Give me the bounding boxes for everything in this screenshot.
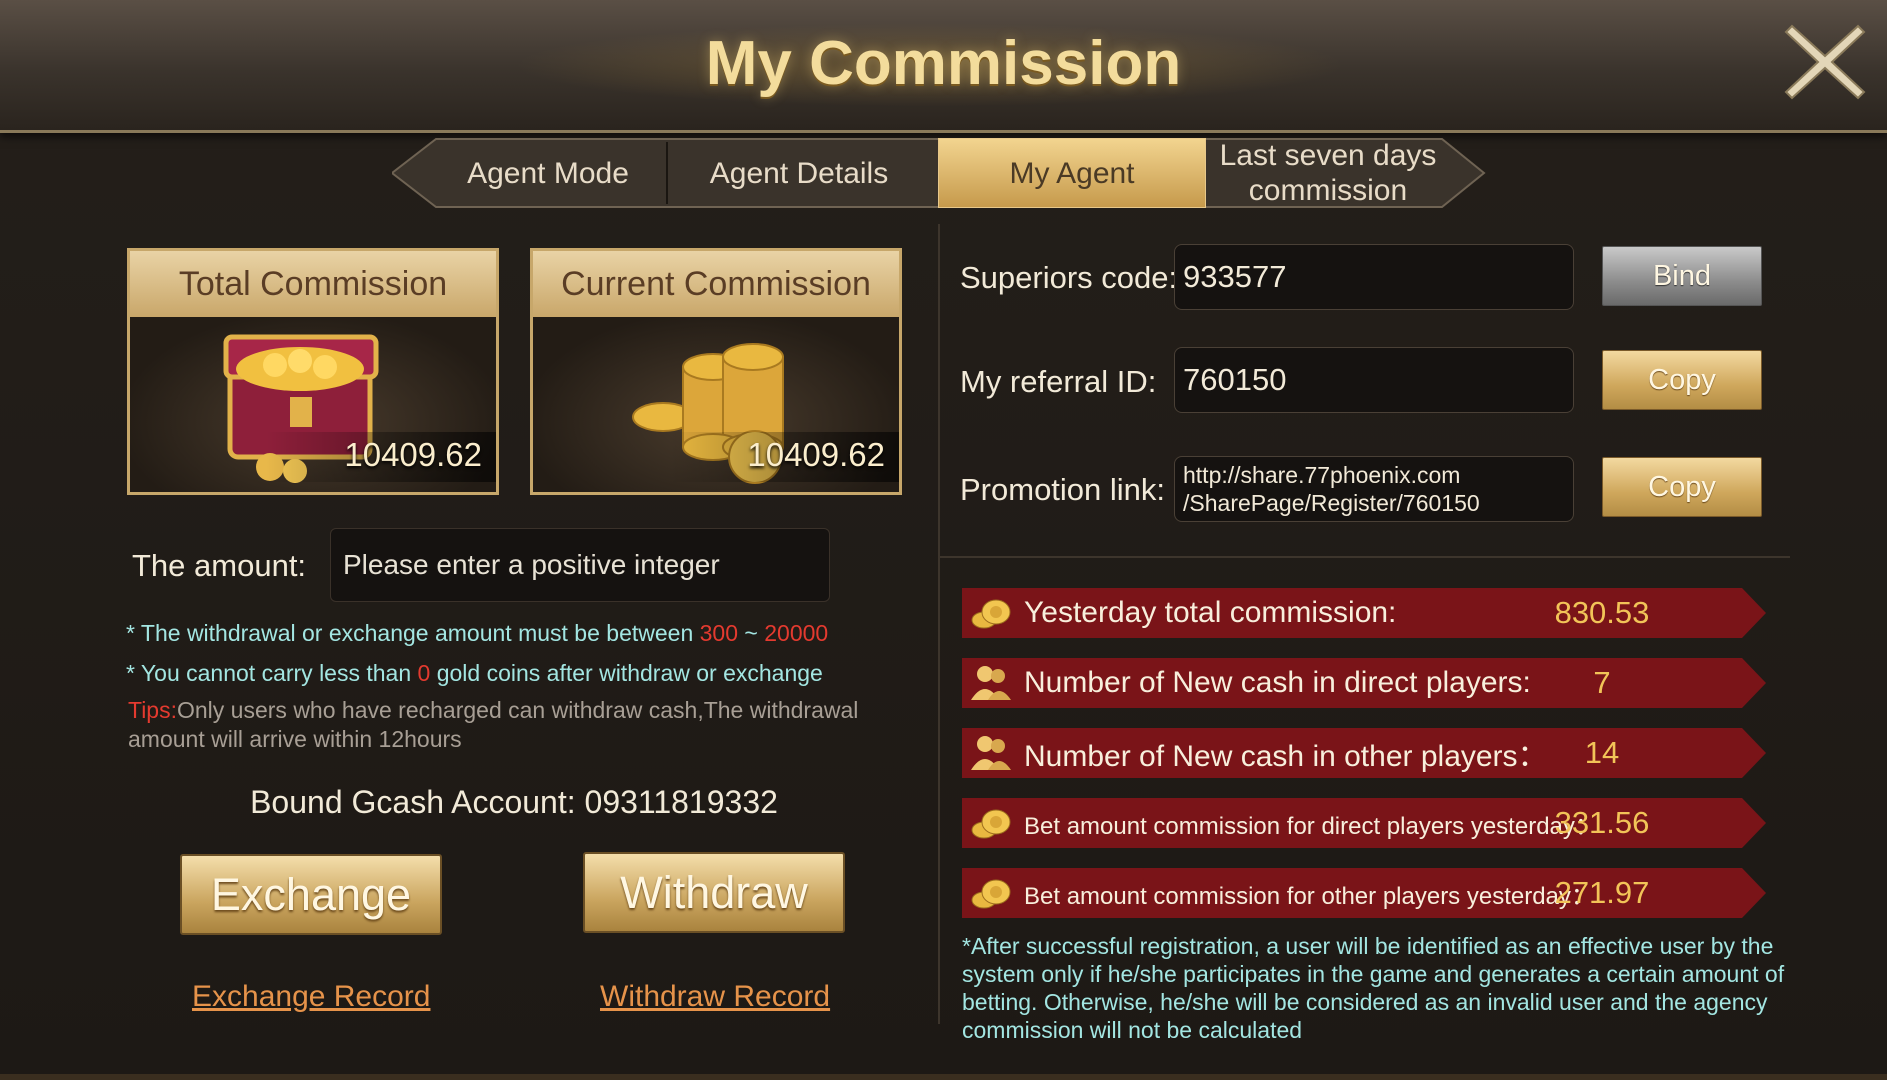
page-title: My Commission <box>705 29 1182 98</box>
stat-value: 271.97 <box>1554 875 1650 910</box>
amount-input[interactable]: Please enter a positive integer <box>330 528 830 602</box>
total-commission-value: 10409.62 <box>344 436 482 473</box>
withdraw-range-rule: * The withdrawal or exchange amount must… <box>126 620 828 647</box>
players-icon <box>971 736 1011 770</box>
horizontal-divider <box>940 556 1790 558</box>
referral-id-field: 760150 <box>1174 347 1574 413</box>
promotion-link-field: http://share.77phoenix.com /SharePage/Re… <box>1174 456 1574 522</box>
rule-max-value: 20000 <box>764 620 829 646</box>
total-commission-card: Total Commission 10409.62 <box>127 248 499 495</box>
stat-label: Bet amount commission for direct players… <box>1024 812 1599 840</box>
stat-value: 14 <box>1584 735 1620 770</box>
stat-value: 331.56 <box>1554 805 1650 840</box>
vertical-divider <box>938 224 940 1024</box>
current-commission-card: Current Commission 10409.62 <box>530 248 902 495</box>
rule-text: * You cannot carry less than <box>126 660 418 686</box>
rule-separator: ~ <box>738 620 765 646</box>
commission-dialog: My Commission Agent Mode Agent Details M… <box>0 0 1887 1080</box>
close-icon[interactable] <box>1780 16 1870 106</box>
amount-placeholder: Please enter a positive integer <box>343 549 720 580</box>
stat-label: Number of New cash in other players： <box>1024 740 1548 773</box>
stat-label: Bet amount commission for other players … <box>1024 882 1595 910</box>
stat-row-direct-bet-commission: Bet amount commission for direct players… <box>962 798 1766 848</box>
referral-id-value: 760150 <box>1183 362 1287 397</box>
exchange-record-link[interactable]: Exchange Record <box>192 980 430 1014</box>
promotion-link-label: Promotion link: <box>960 472 1166 507</box>
carry-rule: * You cannot carry less than 0 gold coin… <box>126 660 823 687</box>
coins-icon <box>971 879 1011 909</box>
copy-promotion-button[interactable]: Copy <box>1602 457 1762 517</box>
stat-row-direct-players: Number of New cash in direct players: 7 <box>962 658 1766 708</box>
referral-id-label: My referral ID: <box>960 364 1157 399</box>
withdraw-record-link[interactable]: Withdraw Record <box>600 980 830 1014</box>
coins-icon <box>971 809 1011 839</box>
total-commission-header: Total Commission <box>130 251 496 317</box>
stat-row-yesterday-total: Yesterday total commission: 830.53 <box>962 588 1766 638</box>
stat-label: Number of New cash in direct players: <box>1024 666 1531 699</box>
promotion-link-line2: /SharePage/Register/760150 <box>1183 490 1480 516</box>
tab-agent-details[interactable]: Agent Details <box>668 138 930 208</box>
tab-bar: Agent Mode Agent Details My Agent Last s… <box>392 138 1486 208</box>
stat-value: 7 <box>1593 665 1611 700</box>
bind-button[interactable]: Bind <box>1602 246 1762 306</box>
stat-row-other-players: Number of New cash in other players： 14 <box>962 728 1766 778</box>
tab-last-seven-days[interactable]: Last seven days commission <box>1208 138 1448 208</box>
rule-carry-value: 0 <box>417 660 431 686</box>
withdraw-button[interactable]: Withdraw <box>583 852 845 933</box>
stat-label: Yesterday total commission: <box>1024 596 1397 629</box>
bound-account: Bound Gcash Account: 09311819332 <box>250 784 778 820</box>
superiors-code-input[interactable]: 933577 <box>1174 244 1574 310</box>
superiors-code-label: Superiors code: <box>960 260 1178 295</box>
promotion-link-line1: http://share.77phoenix.com <box>1183 462 1461 488</box>
tips-text: Tips:Only users who have recharged can w… <box>128 696 908 754</box>
superiors-code-value: 933577 <box>1183 259 1287 294</box>
stat-row-other-bet-commission: Bet amount commission for other players … <box>962 868 1766 918</box>
tab-agent-mode[interactable]: Agent Mode <box>436 138 660 208</box>
coins-icon <box>971 599 1011 629</box>
current-commission-value: 10409.62 <box>747 436 885 473</box>
dialog-header: My Commission <box>0 0 1887 133</box>
stat-value: 830.53 <box>1554 595 1650 630</box>
registration-note: *After successful registration, a user w… <box>962 933 1785 1043</box>
copy-referral-button[interactable]: Copy <box>1602 350 1762 410</box>
exchange-button[interactable]: Exchange <box>180 854 442 935</box>
rule-text: gold coins after withdraw or exchange <box>430 660 823 686</box>
tips-label: Tips: <box>128 697 177 723</box>
total-commission-body: 10409.62 <box>130 317 496 492</box>
tips-body: Only users who have recharged can withdr… <box>128 697 859 752</box>
amount-label: The amount: <box>132 548 307 583</box>
current-commission-header: Current Commission <box>533 251 899 317</box>
players-icon <box>971 666 1011 700</box>
rule-text: * The withdrawal or exchange amount must… <box>126 620 700 646</box>
rule-min-value: 300 <box>699 620 739 646</box>
current-commission-body: 10409.62 <box>533 317 899 492</box>
tab-my-agent[interactable]: My Agent <box>938 138 1206 208</box>
